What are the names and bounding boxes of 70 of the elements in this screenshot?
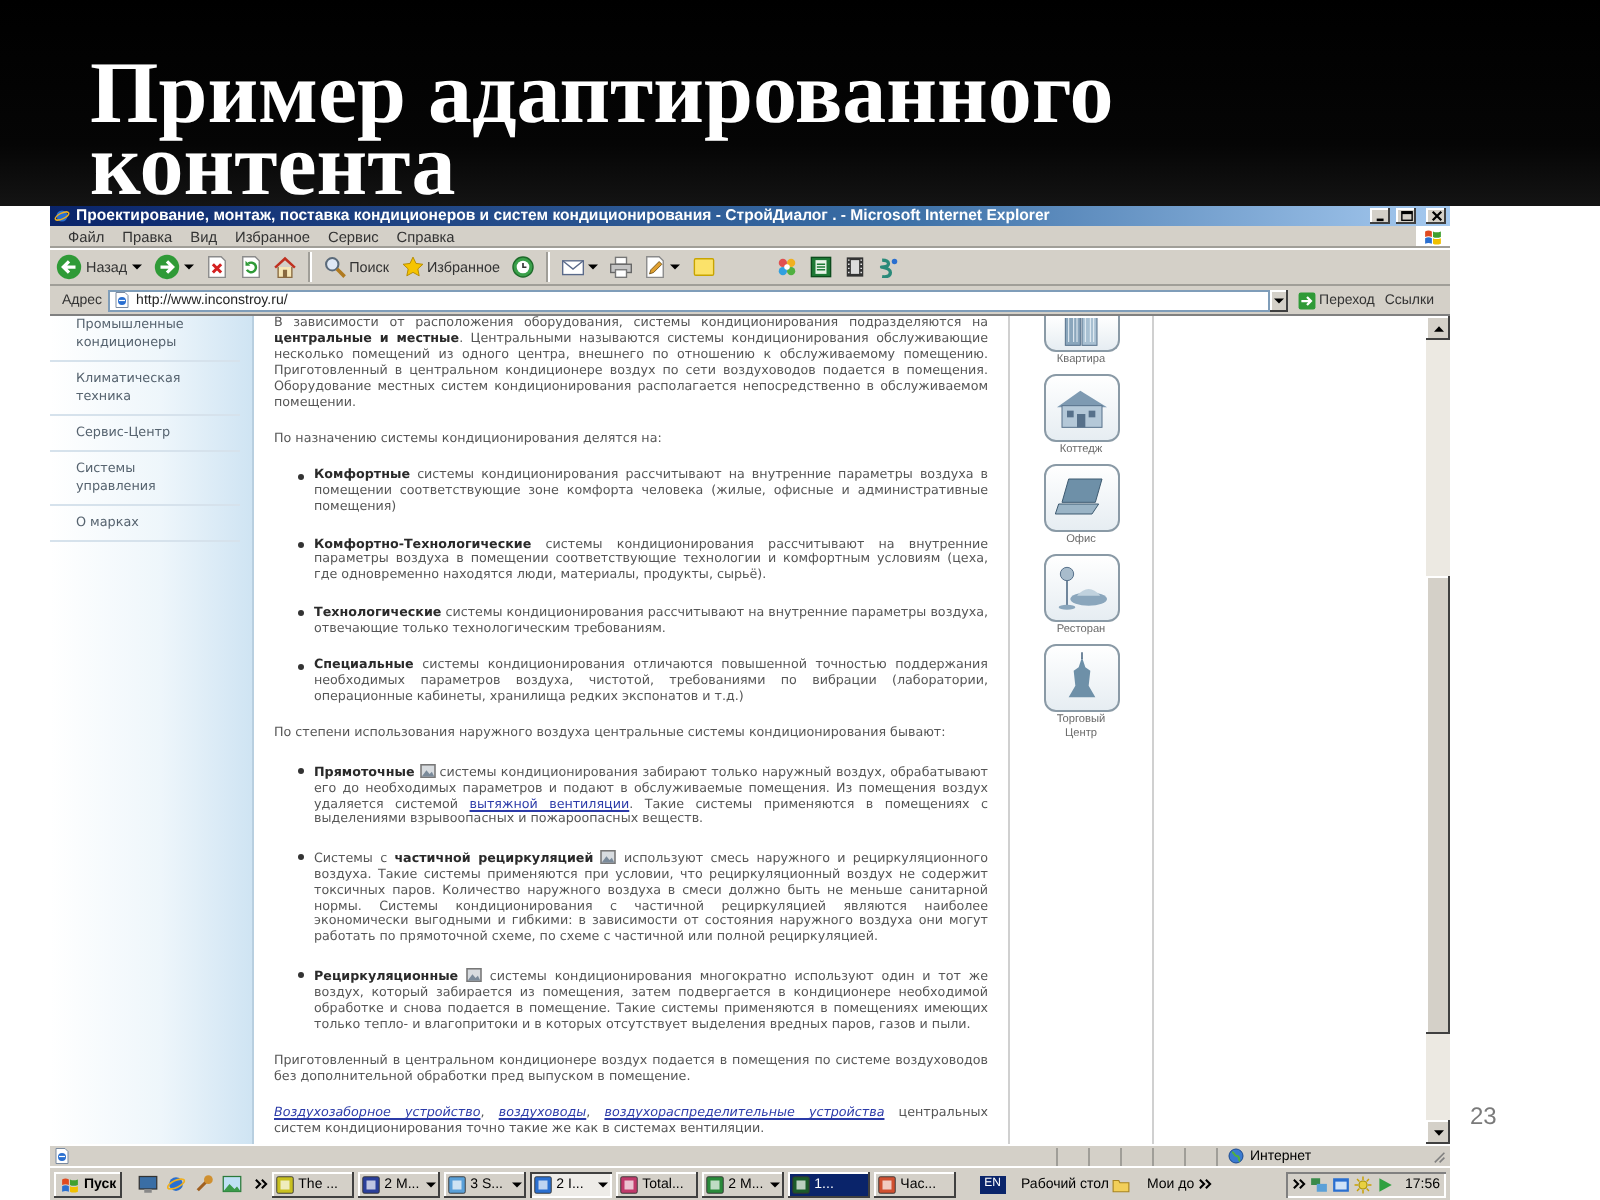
house-icon[interactable]	[1043, 374, 1119, 442]
bullet-icon	[298, 854, 304, 861]
chevron-icon[interactable]	[1292, 1178, 1307, 1190]
bullet-icon	[298, 768, 304, 775]
bullet-icon	[298, 473, 304, 480]
dropdown-button[interactable]	[1269, 289, 1288, 311]
clock-icon[interactable]	[511, 256, 534, 278]
app-icon	[276, 1175, 295, 1193]
book-icon[interactable]	[809, 256, 832, 278]
laptop-icon[interactable]	[1043, 464, 1119, 532]
maximize-icon	[1399, 210, 1413, 222]
squiggle-icon[interactable]	[877, 256, 900, 278]
four-circles-icon[interactable]	[775, 256, 798, 278]
picture-icon	[600, 849, 617, 864]
search-icon	[323, 256, 346, 278]
close-icon	[1429, 210, 1443, 222]
home-icon[interactable]	[273, 256, 296, 278]
app-icon	[362, 1175, 381, 1193]
app-icon	[448, 1175, 467, 1193]
app-icon	[878, 1175, 897, 1193]
printer-icon[interactable]	[609, 256, 632, 278]
bullet-icon	[298, 610, 304, 617]
caret-icon	[131, 264, 142, 270]
bullet-icon	[298, 542, 304, 549]
globe-icon	[1228, 1148, 1244, 1164]
maximize-button[interactable]	[1396, 208, 1416, 224]
chevron-icon[interactable]	[1198, 1178, 1213, 1190]
caret-icon[interactable]	[669, 264, 680, 270]
bullet-icon	[298, 663, 304, 670]
orbit-globe-icon[interactable]	[166, 1174, 187, 1194]
resize-grip-icon	[1430, 1148, 1446, 1164]
star-icon	[401, 256, 424, 278]
picture-icon	[466, 967, 483, 982]
edit-icon[interactable]	[643, 256, 666, 278]
app-icon	[706, 1175, 725, 1193]
app-icon	[534, 1175, 553, 1193]
caret-icon[interactable]	[587, 264, 598, 270]
stop-icon[interactable]	[205, 256, 228, 278]
chevron-icon[interactable]	[254, 1178, 269, 1190]
lamp-and-table-icon[interactable]	[1043, 554, 1119, 622]
bullet-icon	[298, 972, 304, 979]
close-button[interactable]	[1426, 208, 1446, 224]
page-icon	[114, 292, 131, 308]
up-arrow-icon	[1433, 325, 1443, 331]
refresh-icon[interactable]	[239, 256, 262, 278]
forward-arrow-icon[interactable]	[153, 254, 180, 280]
caret-icon[interactable]	[183, 264, 194, 270]
back-arrow-icon	[56, 254, 82, 280]
envelope-icon[interactable]	[561, 256, 584, 278]
app-icon	[792, 1175, 811, 1193]
matchstick-icon[interactable]	[194, 1174, 215, 1194]
scroll-up-button[interactable]	[1426, 316, 1450, 340]
landscape-icon[interactable]	[222, 1174, 243, 1194]
scrollbar-thumb[interactable]	[1426, 576, 1450, 1034]
caret-icon	[1273, 297, 1284, 303]
down-arrow-icon	[1433, 1129, 1443, 1135]
flag-icon	[60, 1175, 80, 1193]
minimize-button[interactable]	[1370, 208, 1390, 224]
go-arrow-icon	[1297, 291, 1316, 309]
slide-number: 23	[1470, 1104, 1497, 1128]
monitor-icon[interactable]	[138, 1174, 159, 1194]
apartment-building-icon[interactable]	[1043, 316, 1119, 352]
app-icon	[620, 1175, 639, 1193]
statue-icon[interactable]	[1043, 644, 1119, 712]
scroll-down-button[interactable]	[1426, 1120, 1450, 1144]
film-icon[interactable]	[843, 256, 866, 278]
slide-title: Пример адаптированного контента	[90, 58, 1116, 202]
picture-icon	[419, 763, 435, 778]
orbit-globe-icon	[54, 208, 70, 224]
window-icon[interactable]	[1332, 1175, 1351, 1193]
